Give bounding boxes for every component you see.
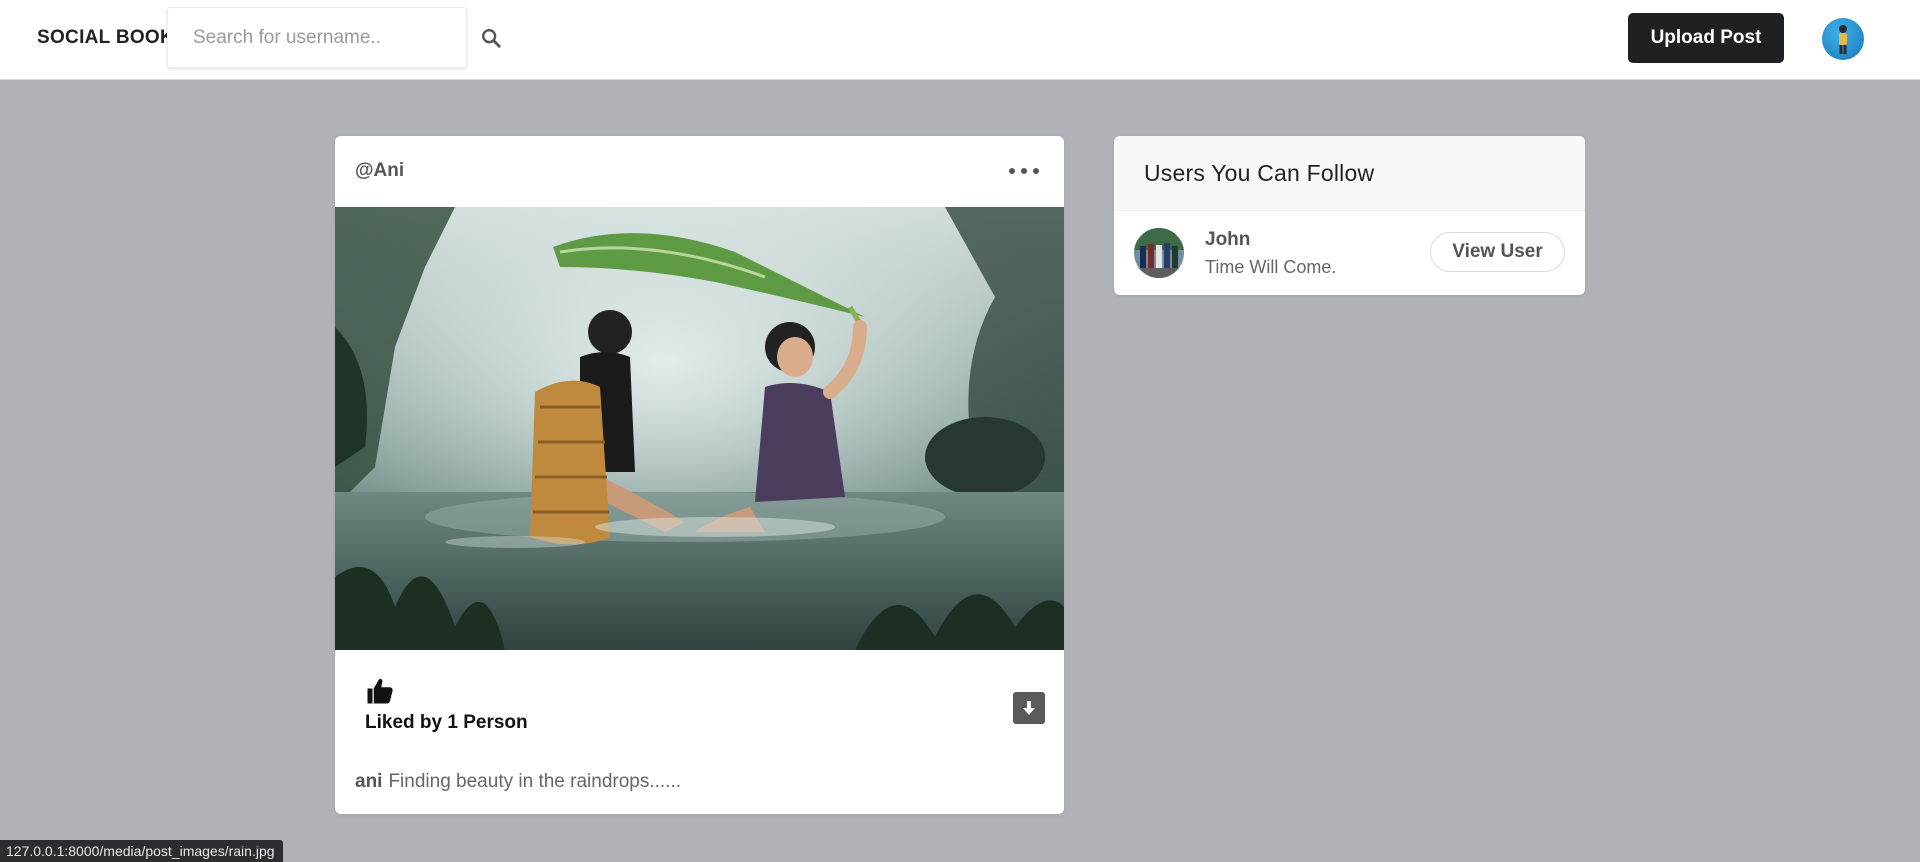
post-caption: ani Finding beauty in the raindrops...... [355,771,681,793]
group-photo-icon [1134,228,1184,278]
likes-count: Liked by 1 Person [365,712,528,733]
avatar-figure-icon [1839,25,1847,54]
caption-username[interactable]: ani [355,771,382,792]
thumbs-up-icon[interactable] [365,676,395,706]
caption-text: Finding beauty in the raindrops...... [388,771,682,792]
follow-card-title: Users You Can Follow [1144,160,1375,186]
download-icon [1023,701,1035,715]
more-horizontal-icon[interactable] [1009,161,1039,181]
suggested-user-name[interactable]: John [1205,229,1250,251]
download-button[interactable] [1013,692,1045,724]
upload-post-button[interactable]: Upload Post [1628,13,1784,63]
suggested-user-bio: Time Will Come. [1205,257,1337,277]
search-input[interactable] [168,8,466,67]
brand-logo[interactable]: SOCIAL BOOK [37,27,174,49]
top-navbar: SOCIAL BOOK Upload Post [0,0,1920,80]
user-avatar[interactable] [1822,18,1864,60]
post-card: @Ani Liked by 1 Person ani Finding beaut… [335,136,1064,814]
follow-suggestions-card: Users You Can Follow John Time Will Come… [1114,136,1585,295]
search-icon[interactable] [480,27,502,49]
follow-card-header: Users You Can Follow [1114,136,1585,211]
avatar[interactable] [1134,228,1184,278]
status-bar-url: 127.0.0.1:8000/media/post_images/rain.jp… [0,840,283,862]
post-username[interactable]: @Ani [355,160,404,182]
view-user-button[interactable]: View User [1430,232,1565,272]
search-box [167,7,467,68]
post-image[interactable] [335,207,1064,650]
